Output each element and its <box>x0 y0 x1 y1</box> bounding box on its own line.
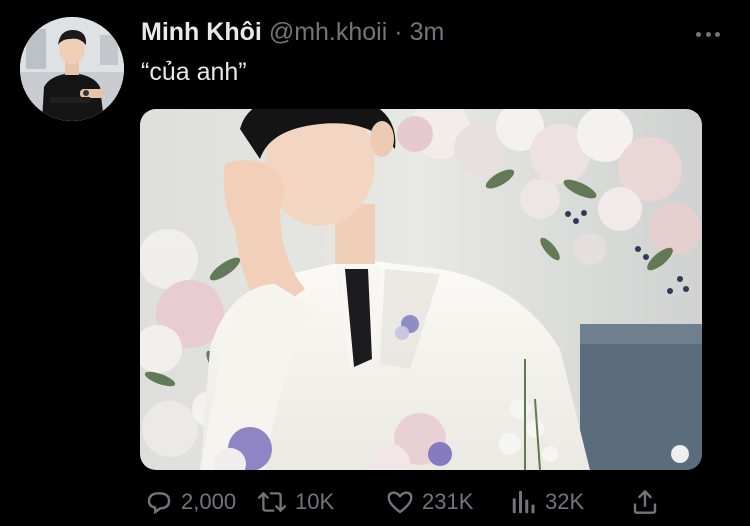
views-button[interactable]: 32K <box>510 484 584 520</box>
retweet-icon <box>257 492 287 512</box>
reply-button[interactable]: 2,000 <box>144 484 236 520</box>
share-icon <box>633 490 657 514</box>
tweet-header: Minh Khôi @mh.khoii · 3m <box>141 18 444 47</box>
heart-icon <box>387 491 413 514</box>
views-chart-icon <box>512 490 535 514</box>
like-count: 231K <box>422 489 474 514</box>
views-count: 32K <box>545 489 585 514</box>
more-dot <box>696 31 701 37</box>
retweet-count: 10K <box>295 489 335 514</box>
share-button[interactable] <box>630 484 660 520</box>
tweet-photo[interactable] <box>140 109 702 470</box>
more-horizontal-icon[interactable] <box>694 24 722 44</box>
avatar[interactable] <box>20 17 124 121</box>
more-dot <box>715 31 720 37</box>
separator-dot: · <box>394 18 403 46</box>
action-bar: 2,000 10K 231K 32K <box>140 484 670 520</box>
reply-icon <box>147 492 171 515</box>
user-handle[interactable]: @mh.khoii <box>269 18 387 47</box>
tweet: Minh Khôi @mh.khoii · 3m “của anh” 2,000… <box>0 0 750 526</box>
timestamp[interactable]: 3m <box>410 18 445 47</box>
tweet-text: “của anh” <box>141 58 247 86</box>
more-dot <box>705 31 711 37</box>
retweet-button[interactable]: 10K <box>256 484 334 520</box>
like-button[interactable]: 231K <box>385 484 473 520</box>
reply-count: 2,000 <box>181 489 237 514</box>
display-name[interactable]: Minh Khôi <box>141 18 262 47</box>
